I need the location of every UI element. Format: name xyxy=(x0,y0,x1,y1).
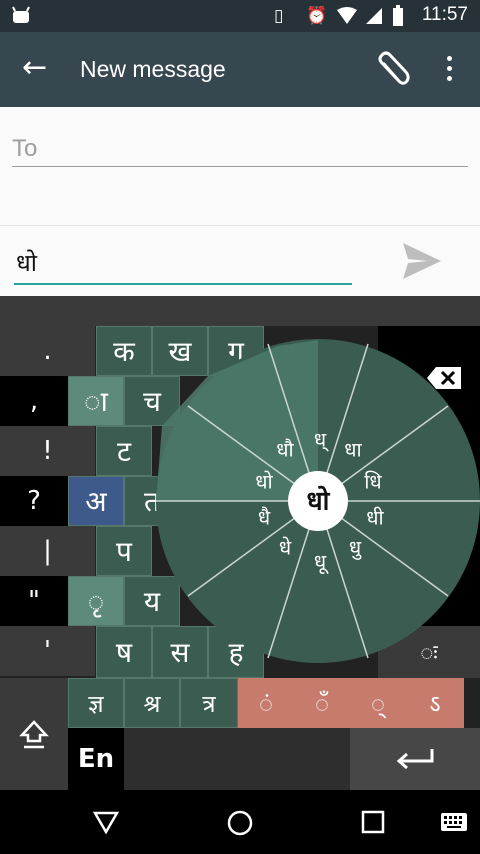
wifi-icon xyxy=(337,7,357,24)
key-chandrabindu[interactable]: ँ xyxy=(294,678,350,728)
clock: 11:57 xyxy=(421,4,468,25)
character-wheel: धौ ध् धा धि धी धु धू धे धै धो धो xyxy=(156,339,480,663)
key-shra[interactable]: श्र xyxy=(124,678,180,728)
key-label: " xyxy=(28,586,40,616)
key-label: . xyxy=(43,336,52,366)
key-tra[interactable]: त्र xyxy=(180,678,238,728)
key-label: श्र xyxy=(143,689,161,718)
key-label: अ xyxy=(85,485,107,518)
key-halant[interactable]: ् xyxy=(350,678,406,728)
recipient-area: To xyxy=(0,107,480,225)
key-exclamation[interactable]: ! xyxy=(0,426,95,476)
wheel-option[interactable]: धा xyxy=(344,438,362,462)
key-question[interactable]: ? xyxy=(0,476,68,526)
nav-back-icon[interactable] xyxy=(93,810,119,834)
key-label: , xyxy=(29,386,39,416)
wheel-highlight-sector xyxy=(156,340,318,501)
key-label: ? xyxy=(27,486,41,516)
wheel-option[interactable]: धु xyxy=(349,536,362,561)
key-label: ा xyxy=(84,385,108,418)
key-jnya[interactable]: ज्ञ xyxy=(68,678,124,728)
wheel-option[interactable]: धै xyxy=(258,506,271,530)
key-label: ं xyxy=(258,689,274,718)
attach-icon[interactable] xyxy=(376,50,410,90)
send-icon[interactable] xyxy=(402,242,442,280)
back-arrow-icon[interactable]: ← xyxy=(22,50,47,85)
key-label: ष xyxy=(115,636,133,669)
battery-icon xyxy=(393,5,403,26)
nav-home-icon[interactable] xyxy=(226,809,254,837)
wheel-option[interactable]: धी xyxy=(366,506,384,530)
language-switch-key[interactable]: En xyxy=(68,728,124,790)
wheel-option[interactable]: धो xyxy=(255,470,273,494)
key-ri-matra[interactable]: ृ xyxy=(68,576,124,626)
to-field[interactable]: To xyxy=(12,135,37,163)
space-key[interactable] xyxy=(124,728,350,790)
keyboard-switch-icon[interactable] xyxy=(440,812,468,832)
wheel-option[interactable]: धौ xyxy=(276,438,294,462)
key-period[interactable]: . xyxy=(0,326,95,376)
key-label: प xyxy=(116,535,132,568)
key-label: En xyxy=(77,744,115,774)
shift-key[interactable] xyxy=(0,678,68,790)
key-label: ! xyxy=(42,436,53,466)
enter-key[interactable] xyxy=(350,728,480,790)
key-label: ँ xyxy=(314,689,330,718)
key-label: क xyxy=(113,335,135,368)
message-input-underline xyxy=(14,283,352,285)
app-toolbar: ← New message xyxy=(0,32,480,107)
key-pa[interactable]: प xyxy=(96,526,152,576)
alarm-icon: ⏰ xyxy=(306,6,328,26)
page-title: New message xyxy=(80,56,226,82)
key-comma[interactable]: , xyxy=(0,376,68,426)
wheel-center-label[interactable]: धो xyxy=(307,486,331,517)
key-label: | xyxy=(43,536,52,566)
vibrate-icon: ▯ xyxy=(274,6,284,26)
keyboard-top-band xyxy=(0,296,480,326)
message-input[interactable]: धो xyxy=(16,246,37,279)
key-tta[interactable]: ट xyxy=(96,426,152,476)
key-anusvara[interactable]: ं xyxy=(238,678,294,728)
key-avagraha[interactable]: ऽ xyxy=(406,678,464,728)
key-aa-matra[interactable]: ा xyxy=(68,376,124,426)
key-label: ् xyxy=(370,689,386,718)
key-danda[interactable]: | xyxy=(0,526,95,576)
key-label: ' xyxy=(43,636,52,666)
wheel-option[interactable]: धे xyxy=(279,536,292,560)
wheel-option[interactable]: धि xyxy=(364,470,382,494)
android-icon xyxy=(12,6,30,23)
enter-icon xyxy=(396,749,434,770)
nav-recents-icon[interactable] xyxy=(361,810,385,834)
status-bar: ▯ ⏰ 11:57 xyxy=(0,0,480,32)
key-a[interactable]: अ xyxy=(68,476,124,526)
key-apostrophe[interactable]: ' xyxy=(0,626,95,676)
key-label: त्र xyxy=(202,689,216,718)
key-quote[interactable]: " xyxy=(0,576,68,626)
key-label: ट xyxy=(116,435,132,468)
key-ka[interactable]: क xyxy=(96,326,152,376)
navigation-bar xyxy=(0,790,480,854)
more-options-icon[interactable] xyxy=(440,54,460,84)
to-field-underline xyxy=(12,166,468,167)
key-label: ऽ xyxy=(429,689,441,718)
shift-icon xyxy=(19,720,49,749)
signal-icon xyxy=(366,8,382,24)
compose-area: धो xyxy=(0,226,480,296)
key-label: ृ xyxy=(87,585,105,618)
key-ssa[interactable]: ष xyxy=(96,626,152,678)
key-label: ज्ञ xyxy=(88,689,104,718)
